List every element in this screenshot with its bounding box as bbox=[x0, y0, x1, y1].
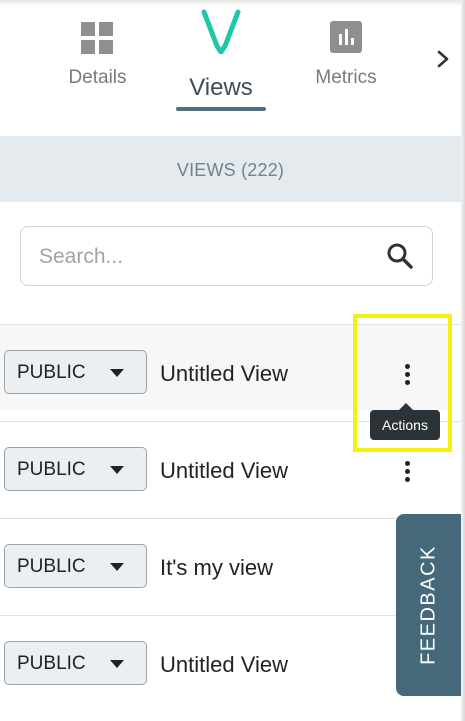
chevron-right-icon[interactable] bbox=[430, 44, 456, 74]
more-actions-icon[interactable] bbox=[395, 457, 419, 487]
panel-right-edge bbox=[461, 0, 465, 721]
tab-views-label: Views bbox=[189, 74, 253, 101]
grid-icon bbox=[81, 22, 113, 54]
bar-chart-icon bbox=[330, 21, 362, 53]
visibility-value: PUBLIC bbox=[17, 362, 86, 383]
visibility-value: PUBLIC bbox=[17, 556, 86, 577]
highlight-annotation-box bbox=[353, 314, 452, 452]
tab-views[interactable]: Views bbox=[165, 0, 277, 136]
tab-metrics-label: Metrics bbox=[315, 67, 377, 88]
tab-metrics[interactable]: Metrics bbox=[290, 0, 402, 136]
caret-down-icon bbox=[110, 660, 124, 668]
caret-down-icon bbox=[110, 563, 124, 571]
search-icon[interactable] bbox=[386, 242, 414, 270]
views-section-header: VIEWS (222) bbox=[0, 136, 461, 202]
search-input[interactable] bbox=[39, 241, 369, 273]
v-logo-icon bbox=[201, 9, 241, 54]
visibility-dropdown[interactable]: PUBLIC bbox=[4, 544, 147, 588]
visibility-value: PUBLIC bbox=[17, 459, 86, 480]
list-item: PUBLIC Untitled View bbox=[0, 615, 461, 711]
feedback-button[interactable]: FEEDBACK bbox=[396, 514, 461, 696]
search-box bbox=[20, 226, 433, 286]
view-name[interactable]: It's my view bbox=[160, 555, 273, 581]
visibility-dropdown[interactable]: PUBLIC bbox=[4, 447, 147, 491]
view-name[interactable]: Untitled View bbox=[160, 361, 288, 387]
tab-details-label: Details bbox=[68, 67, 127, 88]
visibility-value: PUBLIC bbox=[17, 653, 86, 674]
caret-down-icon bbox=[110, 369, 124, 377]
views-count-title: VIEWS (222) bbox=[176, 160, 285, 180]
tab-details[interactable]: Details bbox=[40, 0, 155, 136]
list-item: PUBLIC It's my view bbox=[0, 518, 461, 614]
feedback-label: FEEDBACK bbox=[417, 545, 440, 665]
view-name[interactable]: Untitled View bbox=[160, 458, 288, 484]
visibility-dropdown[interactable]: PUBLIC bbox=[4, 641, 147, 685]
tab-bar: Details Views Metrics bbox=[0, 0, 461, 136]
active-tab-underline bbox=[176, 107, 266, 111]
caret-down-icon bbox=[110, 466, 124, 474]
visibility-dropdown[interactable]: PUBLIC bbox=[4, 350, 147, 394]
view-name[interactable]: Untitled View bbox=[160, 652, 288, 678]
